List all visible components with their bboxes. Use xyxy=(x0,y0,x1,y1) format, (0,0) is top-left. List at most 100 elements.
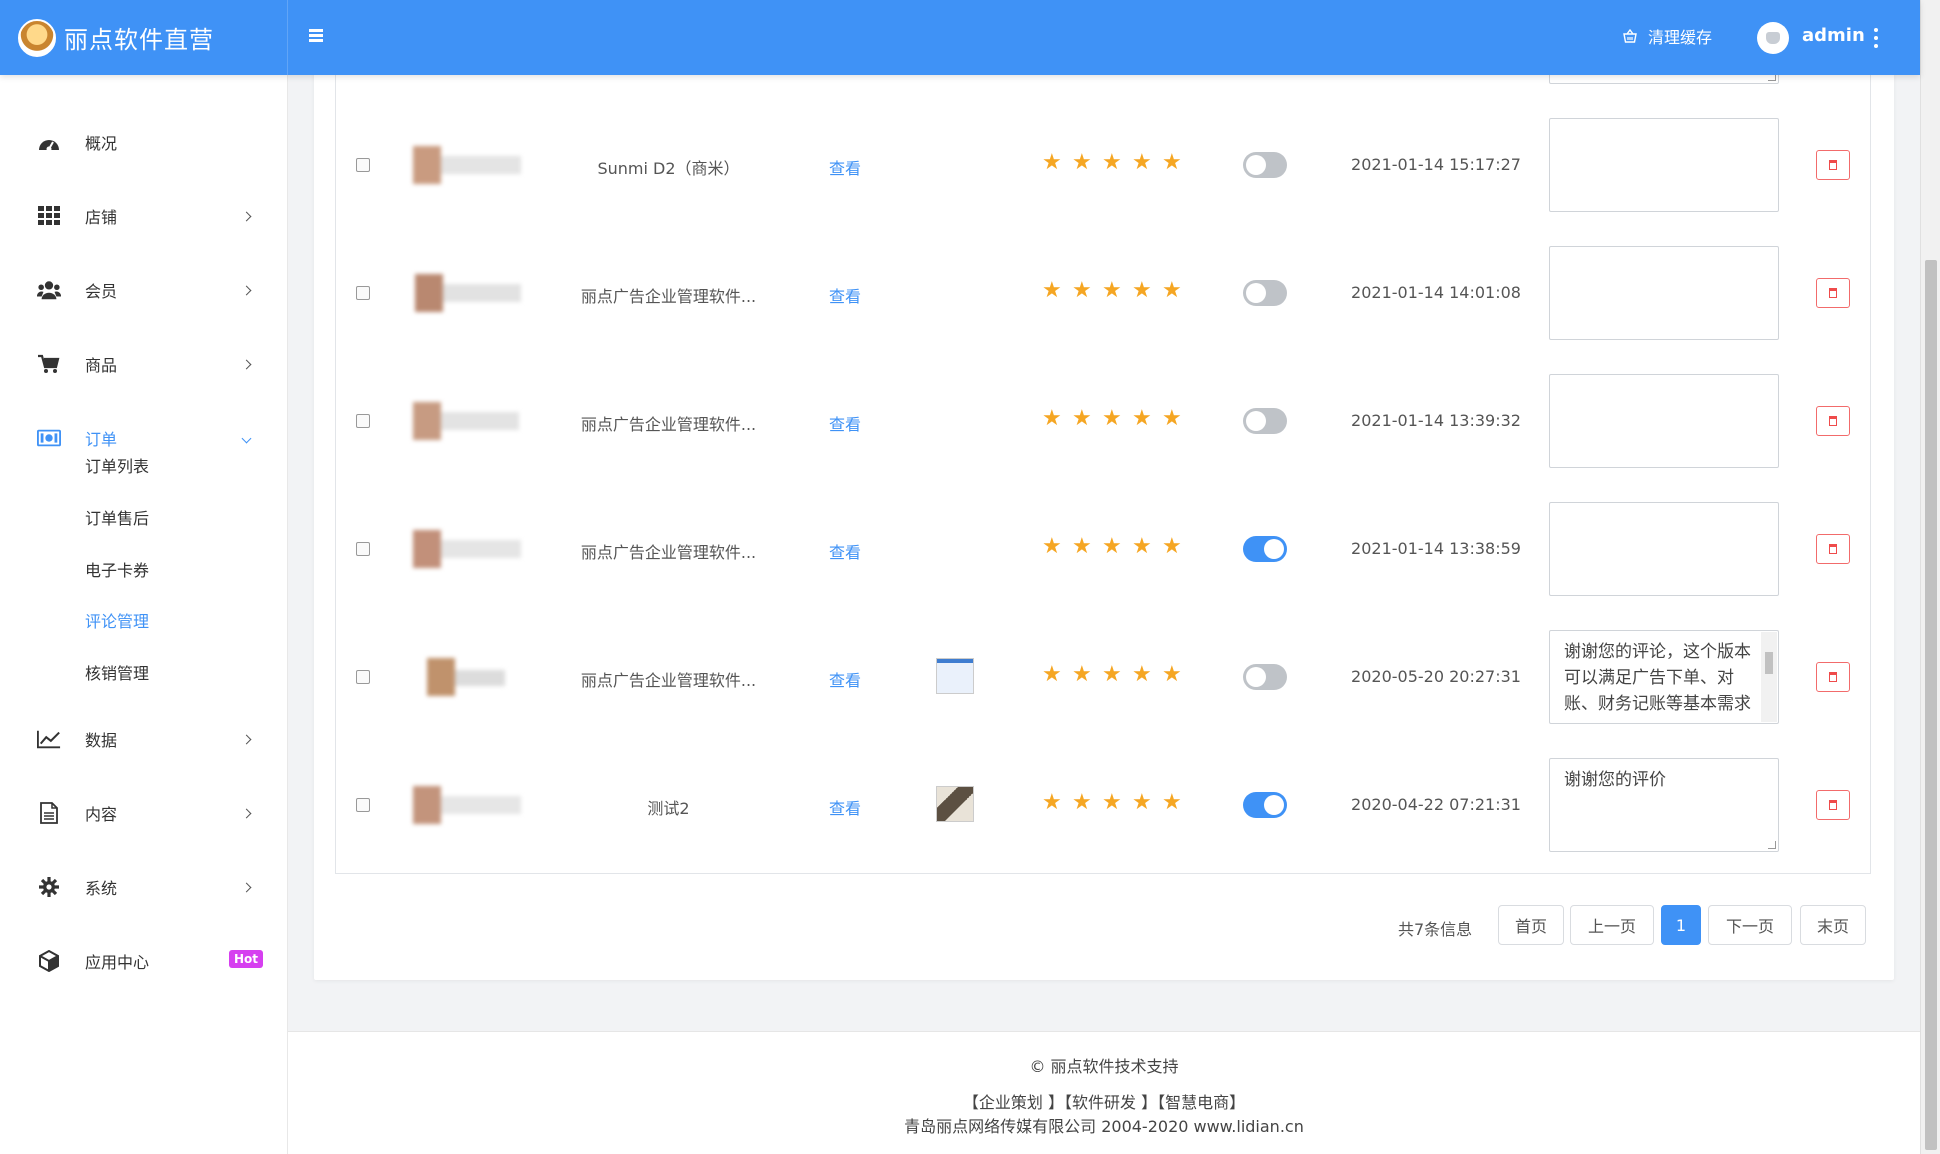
clear-cache-button[interactable]: 清理缓存 xyxy=(1622,24,1712,48)
brand-title: 丽点软件直营 xyxy=(64,26,214,54)
chevron-right-icon xyxy=(241,211,252,221)
review-date: 2020-05-20 20:27:31 xyxy=(1351,667,1521,686)
row-checkbox[interactable] xyxy=(356,286,370,300)
delete-button[interactable] xyxy=(1816,534,1850,564)
visibility-toggle[interactable] xyxy=(1243,152,1287,178)
product-name: 丽点广告企业管理软件... xyxy=(580,415,757,434)
reply-text: 谢谢您的评价 xyxy=(1564,770,1666,790)
more-vertical-icon[interactable] xyxy=(1872,26,1880,50)
row-checkbox[interactable] xyxy=(356,670,370,684)
brand[interactable]: 丽点软件直营 xyxy=(0,0,288,75)
document-icon xyxy=(37,801,61,825)
dashboard-icon xyxy=(37,130,61,154)
review-image-thumbnail[interactable] xyxy=(936,658,974,694)
row-checkbox[interactable] xyxy=(356,414,370,428)
reply-textarea[interactable]: 谢谢您的评论，这个版本可以满足广告下单、对账、财务记账等基本需求 xyxy=(1549,630,1779,724)
table-row: Sunmi D2（商米） 查看 ★ ★ ★ ★ ★ 2021-01-14 15:17:2… xyxy=(336,101,1870,229)
sidebar-item-app-center[interactable]: 应用中心 Hot xyxy=(0,931,288,991)
view-link[interactable]: 查看 xyxy=(829,667,861,691)
first-page-button[interactable]: 首页 xyxy=(1498,905,1564,945)
rating-stars: ★ ★ ★ ★ ★ xyxy=(1042,278,1182,303)
textarea-scrollbar[interactable] xyxy=(1761,632,1777,722)
username[interactable]: admin xyxy=(1802,25,1865,46)
trash-icon xyxy=(1829,160,1837,170)
chevron-right-icon xyxy=(241,359,252,369)
sidebar-item-shop[interactable]: 店铺 xyxy=(0,186,288,246)
visibility-toggle[interactable] xyxy=(1243,408,1287,434)
reply-textarea[interactable] xyxy=(1549,374,1779,468)
rating-stars: ★ ★ ★ ★ ★ xyxy=(1042,662,1182,687)
rating-stars: ★ ★ ★ ★ ★ xyxy=(1042,534,1182,559)
visibility-toggle[interactable] xyxy=(1243,792,1287,818)
reply-textarea[interactable] xyxy=(1549,246,1779,340)
rating-stars: ★ ★ ★ ★ ★ xyxy=(1042,406,1182,431)
top-bar: 丽点软件直营 清理缓存 admin xyxy=(0,0,1920,75)
sidebar-item-members[interactable]: 会员 xyxy=(0,260,288,320)
delete-button[interactable] xyxy=(1816,662,1850,692)
reply-textarea[interactable] xyxy=(1549,118,1779,212)
sidebar-item-content[interactable]: 内容 xyxy=(0,783,288,843)
footer-links[interactable]: 【企业策划 】【软件研发 】【智慧电商】 xyxy=(288,1089,1920,1113)
sidebar-sub-e-vouchers[interactable]: 电子卡券 xyxy=(85,557,149,581)
last-page-button[interactable]: 末页 xyxy=(1800,905,1866,945)
view-link[interactable]: 查看 xyxy=(829,411,861,435)
review-panel: Sunmi D2（商米） 查看 ★ ★ ★ ★ ★ 2021-01-14 15:17:2… xyxy=(314,60,1894,980)
cube-icon xyxy=(37,949,61,973)
users-icon xyxy=(37,278,61,302)
reply-textarea[interactable] xyxy=(1549,502,1779,596)
row-checkbox[interactable] xyxy=(356,542,370,556)
user-avatar[interactable] xyxy=(1757,22,1789,54)
sidebar-item-label: 数据 xyxy=(85,731,118,750)
hamburger-menu-icon[interactable] xyxy=(309,27,329,47)
table-row: 测试2 查看 ★ ★ ★ ★ ★ 2020-04-22 07:21:31 谢谢您的评价 xyxy=(336,741,1870,869)
trash-icon xyxy=(1829,672,1837,682)
table-row: 丽点广告企业管理软件... 查看 ★ ★ ★ ★ ★ 2021-01-14 13:38:… xyxy=(336,485,1870,613)
delete-button[interactable] xyxy=(1816,150,1850,180)
sidebar-item-label: 内容 xyxy=(85,805,118,824)
sidebar-sub-review-management[interactable]: 评论管理 xyxy=(85,608,149,632)
user-avatar-blurred xyxy=(401,274,531,312)
product-name: 丽点广告企业管理软件... xyxy=(580,671,757,690)
reply-textarea[interactable]: 谢谢您的评价 xyxy=(1549,758,1779,852)
sidebar-item-label: 概况 xyxy=(85,134,118,153)
sidebar-item-label: 系统 xyxy=(85,879,118,898)
pagination: 共7条信息 首页 上一页 1 下一页 末页 xyxy=(314,905,1872,945)
sidebar-item-system[interactable]: 系统 xyxy=(0,857,288,917)
sidebar-sub-redemption[interactable]: 核销管理 xyxy=(85,660,149,684)
prev-page-button[interactable]: 上一页 xyxy=(1570,905,1654,945)
user-avatar-blurred xyxy=(401,786,531,824)
visibility-toggle[interactable] xyxy=(1243,664,1287,690)
pagination-info: 共7条信息 xyxy=(1398,920,1473,939)
sidebar-item-label: 订单 xyxy=(85,430,118,449)
footer-support: © 丽点软件技术支持 xyxy=(1029,1057,1179,1076)
view-link[interactable]: 查看 xyxy=(829,795,861,819)
sidebar-sub-order-list[interactable]: 订单列表 xyxy=(85,453,149,477)
hot-badge: Hot xyxy=(229,950,264,968)
chevron-right-icon xyxy=(241,808,252,818)
clear-cache-label: 清理缓存 xyxy=(1648,28,1713,47)
sidebar-item-overview[interactable]: 概况 xyxy=(0,112,288,172)
visibility-toggle[interactable] xyxy=(1243,280,1287,306)
delete-button[interactable] xyxy=(1816,406,1850,436)
sidebar-item-label: 店铺 xyxy=(85,208,118,227)
row-checkbox[interactable] xyxy=(356,158,370,172)
next-page-button[interactable]: 下一页 xyxy=(1708,905,1792,945)
view-link[interactable]: 查看 xyxy=(829,155,861,179)
delete-button[interactable] xyxy=(1816,790,1850,820)
delete-button[interactable] xyxy=(1816,278,1850,308)
view-link[interactable]: 查看 xyxy=(829,283,861,307)
rating-stars: ★ ★ ★ ★ ★ xyxy=(1042,150,1182,175)
review-date: 2021-01-14 13:38:59 xyxy=(1351,539,1521,558)
footer: © 丽点软件技术支持 【企业策划 】【软件研发 】【智慧电商】 青岛丽点网络传媒… xyxy=(288,1031,1920,1154)
review-image-thumbnail[interactable] xyxy=(936,786,974,822)
sidebar-item-products[interactable]: 商品 xyxy=(0,334,288,394)
row-checkbox[interactable] xyxy=(356,798,370,812)
logo-icon xyxy=(18,18,56,57)
page-scrollbar[interactable] xyxy=(1920,0,1940,1154)
sidebar-sub-after-sales[interactable]: 订单售后 xyxy=(85,505,149,529)
page-1-button[interactable]: 1 xyxy=(1661,905,1701,945)
visibility-toggle[interactable] xyxy=(1243,536,1287,562)
sidebar-item-data[interactable]: 数据 xyxy=(0,709,288,769)
trash-icon xyxy=(1829,544,1837,554)
view-link[interactable]: 查看 xyxy=(829,539,861,563)
